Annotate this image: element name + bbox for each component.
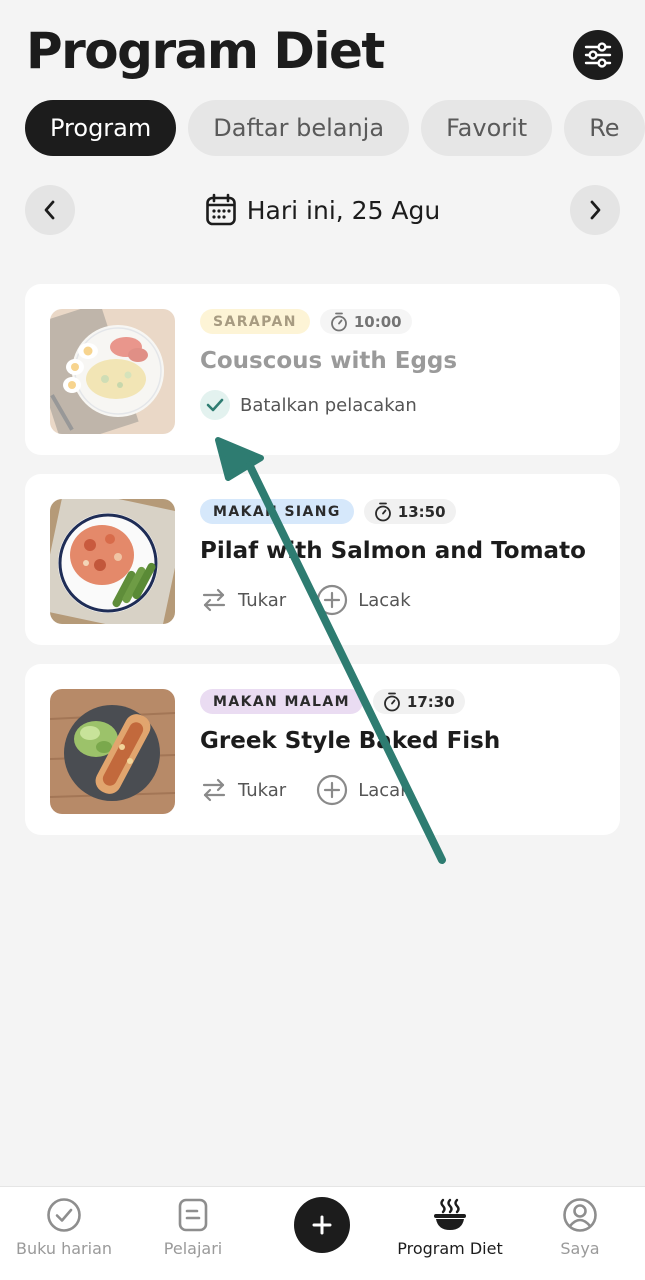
meal-time-badge: 17:30	[372, 689, 465, 714]
check-icon	[200, 390, 230, 420]
add-button[interactable]	[294, 1197, 350, 1253]
nav-learn[interactable]: Pelajari	[128, 1197, 258, 1258]
track-label: Lacak	[358, 589, 411, 611]
profile-icon	[563, 1198, 597, 1232]
bottom-navigation: Buku harian Pelajari Program Diet Saya	[0, 1186, 645, 1280]
next-day-button[interactable]	[570, 185, 620, 235]
meal-name: Pilaf with Salmon and Tomato	[200, 538, 586, 564]
stopwatch-icon	[330, 312, 347, 331]
date-label: Hari ini, 25 Agu	[205, 193, 441, 227]
meal-name: Couscous with Eggs	[200, 348, 458, 374]
filter-button[interactable]	[573, 30, 623, 80]
untrack-button[interactable]: Batalkan pelacakan	[200, 390, 417, 420]
nav-diary[interactable]: Buku harian	[0, 1197, 129, 1258]
meal-time-badge: 10:00	[319, 309, 412, 334]
document-icon	[178, 1198, 208, 1232]
nav-label: Saya	[560, 1239, 600, 1258]
meal-photo	[50, 499, 175, 624]
meal-type-badge: MAKAN SIANG	[200, 499, 354, 524]
untrack-label: Batalkan pelacakan	[240, 394, 417, 416]
meal-type-badge: MAKAN MALAM	[200, 689, 363, 714]
swap-label: Tukar	[238, 779, 287, 801]
meal-time-badge: 13:50	[363, 499, 456, 524]
calendar-icon	[205, 193, 236, 226]
bowl-icon	[434, 1198, 466, 1230]
tab-recipes[interactable]: Re	[564, 100, 645, 156]
nav-label: Buku harian	[15, 1239, 113, 1258]
previous-day-button[interactable]	[25, 185, 75, 235]
swap-icon	[202, 778, 226, 802]
meal-card-breakfast[interactable]: SARAPAN 10:00 Couscous with Eggs Batalka…	[25, 284, 620, 455]
swap-button[interactable]: Tukar	[200, 776, 286, 804]
meal-card-dinner[interactable]: MAKAN MALAM 17:30 Greek Style Baked Fish	[25, 664, 620, 835]
track-button[interactable]: Lacak	[316, 584, 411, 616]
stopwatch-icon	[384, 692, 400, 711]
nav-diet-program[interactable]: Program Diet	[385, 1197, 515, 1258]
swap-icon	[202, 588, 226, 612]
meal-time: 10:00	[353, 312, 402, 331]
tab-bar: Program Daftar belanja Favorit Re	[25, 100, 645, 156]
tab-program[interactable]: Program	[25, 100, 177, 156]
plus-circle-icon	[317, 584, 348, 616]
meal-time: 17:30	[406, 692, 455, 711]
date-navigator: Hari ini, 25 Agu	[25, 185, 620, 235]
chevron-right-icon	[590, 200, 601, 220]
tab-favorites[interactable]: Favorit	[421, 100, 553, 156]
meal-type-badge: SARAPAN	[200, 309, 310, 334]
nav-label: Program Diet	[397, 1239, 503, 1258]
meal-photo	[50, 689, 175, 814]
meal-photo	[50, 309, 175, 434]
sliders-icon	[584, 42, 612, 68]
track-label: Lacak	[358, 779, 411, 801]
stopwatch-icon	[374, 502, 391, 521]
plus-icon	[312, 1215, 332, 1235]
swap-button[interactable]: Tukar	[200, 586, 286, 614]
tab-shopping-list[interactable]: Daftar belanja	[188, 100, 410, 156]
page-title: Program Diet	[26, 22, 385, 80]
meal-time: 13:50	[397, 502, 446, 521]
nav-label: Pelajari	[163, 1239, 223, 1258]
plus-circle-icon	[317, 774, 348, 806]
check-circle-icon	[47, 1198, 81, 1232]
track-button[interactable]: Lacak	[316, 774, 411, 806]
swap-label: Tukar	[238, 589, 287, 611]
date-text: Hari ini, 25 Agu	[246, 195, 441, 225]
chevron-left-icon	[44, 200, 55, 220]
meal-card-lunch[interactable]: MAKAN SIANG 13:50 Pilaf with Salmon and …	[25, 474, 620, 645]
nav-profile[interactable]: Saya	[515, 1197, 645, 1258]
meal-name: Greek Style Baked Fish	[200, 728, 501, 754]
